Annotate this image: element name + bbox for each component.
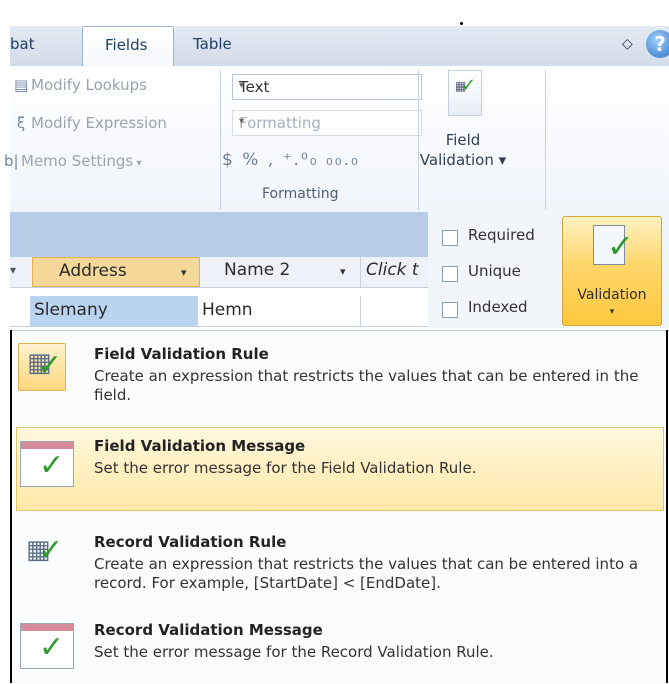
menu-item-desc: Create an expression that restricts the … — [94, 555, 639, 592]
message-icon: ✓ — [20, 441, 74, 487]
chevron-down-icon: ▾ — [133, 158, 142, 169]
required-checkbox[interactable] — [442, 230, 458, 246]
modify-expression-button[interactable]: ξ Modify Expression — [14, 114, 167, 132]
tab-fields[interactable]: Fields — [82, 26, 174, 67]
check-icon: ✓ — [607, 227, 634, 265]
tab-table[interactable]: Table — [193, 35, 232, 53]
tab-fields-label: Fields — [105, 36, 148, 54]
column-header-address[interactable]: Address ▾ — [32, 257, 200, 287]
number-format-buttons[interactable]: $ % , ⁺.⁰₀ ₀₀.₀ — [222, 150, 360, 170]
modify-lookups-label: Modify Lookups — [31, 76, 147, 94]
menu-item-field-validation-rule[interactable]: ▦ ✓ Field Validation Rule Create an expr… — [10, 331, 669, 427]
column-divider — [360, 296, 361, 326]
formatting-group-label: Formatting — [262, 186, 339, 202]
minimize-ribbon-icon[interactable]: ◇ — [622, 36, 633, 52]
cell-name2[interactable]: Hemn — [202, 300, 253, 320]
menu-item-title: Field Validation Message — [94, 437, 306, 455]
chevron-down-icon: ▾ — [239, 116, 245, 127]
expression-icon: ξ — [16, 114, 26, 132]
table-row[interactable]: Slemany Hemn — [10, 296, 428, 327]
column-header-name2[interactable]: Name 2 — [224, 260, 290, 280]
field-validation-button[interactable]: ▦ ✓ Field Validation ▾ — [408, 70, 518, 198]
menu-item-desc: Set the error message for the Field Vali… — [94, 459, 477, 477]
dot-marker — [460, 22, 463, 25]
validation-label: Validation — [577, 287, 647, 303]
chevron-down-icon[interactable]: ▾ — [181, 266, 187, 279]
memo-settings-label: Memo Settings — [21, 152, 134, 170]
cell-value: Slemany — [34, 300, 108, 320]
validation-dropdown-button[interactable]: ✓ Validation ▾ — [562, 216, 662, 326]
column-header-click-to-add[interactable]: Click t — [366, 260, 419, 280]
menu-item-title: Record Validation Rule — [94, 533, 287, 551]
field-validation-icon: ▦ ✓ — [448, 70, 482, 116]
field-validation-group: Required Unique Indexed ✓ Validation ▾ — [428, 212, 669, 328]
chevron-down-icon: ▾ — [609, 307, 615, 317]
required-label: Required — [468, 226, 535, 244]
menu-item-record-validation-message[interactable]: ✓ Record Validation Message Set the erro… — [10, 615, 669, 679]
modify-expression-label: Modify Expression — [31, 114, 167, 132]
unique-label: Unique — [468, 262, 521, 280]
validation-menu: ▦ ✓ Field Validation Rule Create an expr… — [10, 330, 669, 684]
indexed-checkbox[interactable] — [442, 302, 458, 318]
chevron-down-icon[interactable]: ▾ — [340, 265, 346, 278]
unique-checkbox[interactable] — [442, 266, 458, 282]
column-divider — [360, 257, 361, 287]
lookup-icon: ▤ — [14, 76, 29, 94]
menu-item-desc: Set the error message for the Record Val… — [94, 643, 494, 661]
menu-item-desc: Create an expression that restricts the … — [94, 367, 639, 404]
data-type-select[interactable]: Text ▾ — [232, 74, 422, 100]
column-header-label: Address — [59, 261, 127, 281]
field-validation-label: Field Validation ▾ — [419, 131, 507, 169]
memo-icon: b| — [4, 152, 19, 170]
ribbon-tabs: bat Fields Table ◇ ? — [10, 26, 669, 67]
menu-border-right — [666, 330, 668, 683]
ribbon-body: ▤ Modify Lookups ξ Modify Expression b| Mem… — [4, 66, 669, 213]
menu-item-title: Field Validation Rule — [94, 345, 269, 363]
datasheet-header-bar — [10, 212, 428, 257]
help-icon[interactable]: ? — [646, 30, 669, 58]
menu-item-title: Record Validation Message — [94, 621, 323, 639]
menu-item-record-validation-rule[interactable]: ▦ ✓ Record Validation Rule Create an exp… — [10, 527, 669, 613]
format-select[interactable]: Formatting ▾ — [232, 110, 422, 136]
message-icon: ✓ — [20, 623, 74, 669]
column-header-row: ▾ Address ▾ Name 2 ▾ Click t — [10, 257, 428, 288]
menu-border-left — [10, 330, 12, 683]
modify-lookups-button[interactable]: ▤ Modify Lookups — [14, 76, 147, 94]
indexed-label: Indexed — [468, 298, 528, 316]
cell-address[interactable]: Slemany — [30, 296, 198, 326]
tab-format[interactable]: bat — [10, 35, 35, 53]
group-divider — [220, 70, 221, 210]
group-divider — [545, 70, 546, 210]
field-rule-icon: ▦ ✓ — [18, 343, 66, 391]
memo-settings-button[interactable]: b| Memo Settings ▾ — [4, 152, 141, 170]
chevron-down-icon: ▾ — [239, 80, 245, 91]
menu-item-field-validation-message[interactable]: ✓ Field Validation Message Set the error… — [10, 427, 669, 511]
